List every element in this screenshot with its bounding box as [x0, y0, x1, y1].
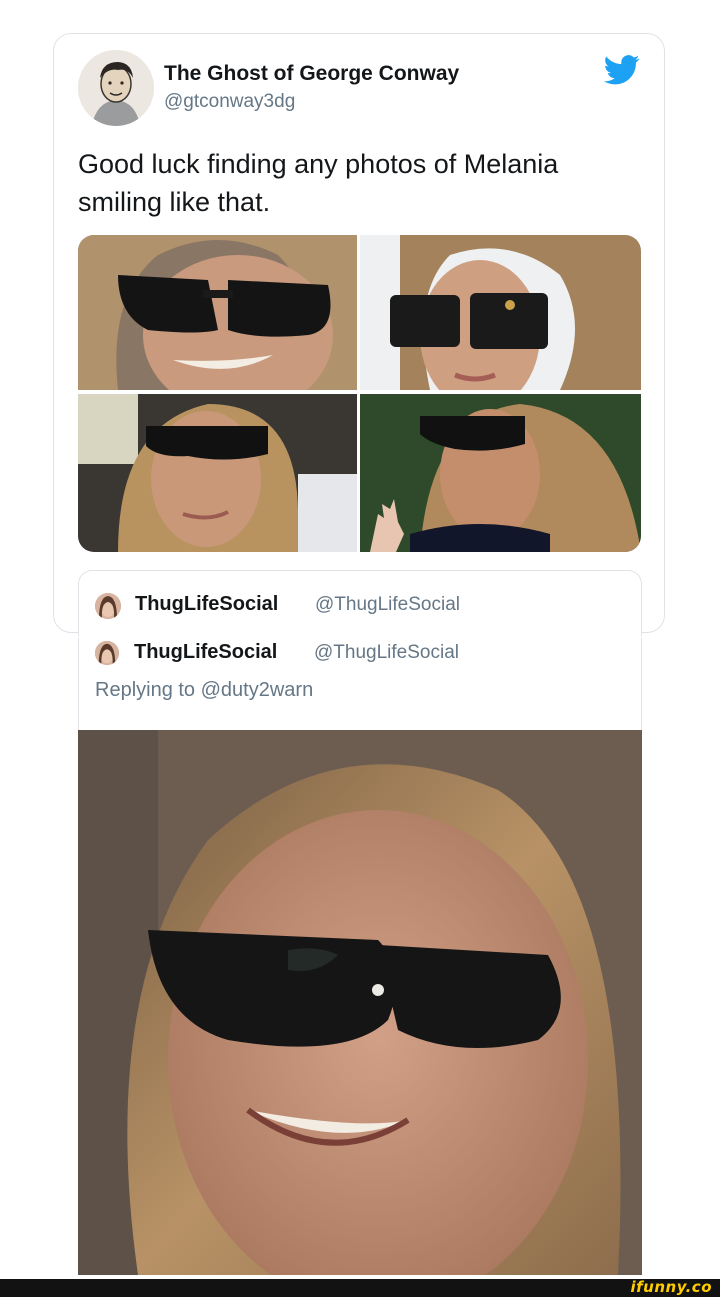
reply-handle[interactable]: @ThugLifeSocial — [314, 642, 459, 664]
quoted-handle[interactable]: @ThugLifeSocial — [315, 594, 460, 616]
quoted-avatar[interactable] — [95, 593, 121, 619]
display-name[interactable]: The Ghost of George Conway — [164, 62, 459, 86]
reply-avatar[interactable] — [95, 641, 119, 665]
tweet-text: Good luck finding any photos of Melania … — [78, 149, 559, 217]
photo-gucci-sunglasses[interactable] — [360, 235, 641, 390]
watermark-bar — [0, 1279, 720, 1297]
zoomed-photo[interactable] — [78, 730, 642, 1275]
user-handle[interactable]: @gtconway3dg — [164, 91, 295, 113]
avatar[interactable] — [78, 50, 154, 126]
photo-waving[interactable] — [360, 394, 641, 552]
photo-black-sunglasses[interactable] — [78, 394, 357, 552]
ifunny-watermark: ifunny.co — [630, 1278, 712, 1296]
replying-to[interactable]: Replying to @duty2warn — [95, 679, 313, 702]
photo-grid[interactable] — [78, 235, 641, 552]
quoted-display-name[interactable]: ThugLifeSocial — [135, 593, 278, 616]
twitter-bird-icon — [603, 55, 640, 85]
photo-smiling-closeup[interactable] — [78, 235, 357, 390]
reply-display-name[interactable]: ThugLifeSocial — [134, 641, 277, 664]
